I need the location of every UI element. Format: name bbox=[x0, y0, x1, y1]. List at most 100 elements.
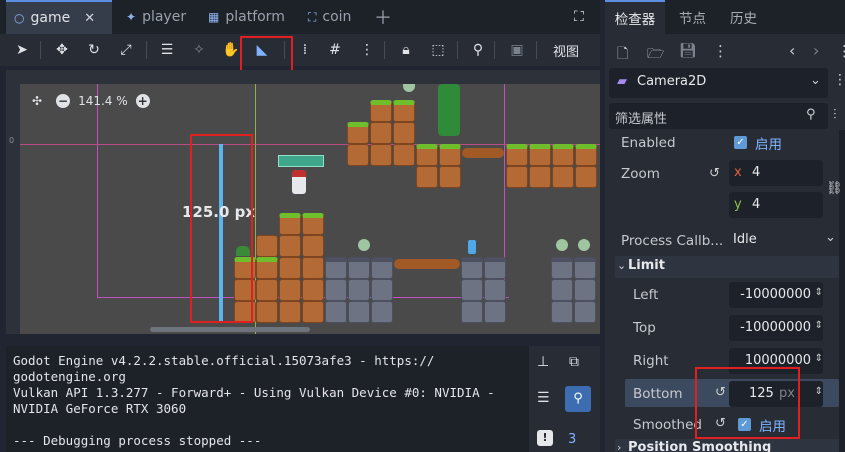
move-tool-icon[interactable]: ✥ bbox=[49, 34, 75, 66]
grid-snap-icon[interactable]: # bbox=[322, 34, 348, 66]
tab-coin[interactable]: ⛶ coin bbox=[300, 0, 359, 34]
revert-icon[interactable]: ↺ bbox=[709, 166, 720, 181]
tile bbox=[279, 235, 301, 257]
tile bbox=[552, 144, 574, 166]
limit-left-field[interactable]: -10000000 ⇕ bbox=[729, 281, 823, 308]
tile bbox=[325, 257, 347, 279]
canvas-toolbar: ➤ ✥ ↻ ⤢ ☰ ✧ ✋ ◣ ⁞ # ⋮ 🔒︎ ⬚ ⚲ ▣ 视图 bbox=[0, 34, 600, 66]
tab-history[interactable]: 历史 bbox=[730, 0, 757, 34]
list-select-icon[interactable]: ☰ bbox=[154, 34, 180, 66]
coin-icon bbox=[403, 84, 415, 92]
pivot-tool-icon[interactable]: ✧ bbox=[186, 34, 212, 66]
history-forward-icon[interactable]: › bbox=[813, 41, 819, 60]
limit-right-value: 10000000 bbox=[744, 352, 811, 368]
tab-node[interactable]: 节点 bbox=[679, 0, 706, 34]
camera2d-icon: ▰ bbox=[617, 74, 627, 89]
bone-icon[interactable]: ⚲ bbox=[465, 34, 491, 66]
smart-snap-icon[interactable]: ⁞ bbox=[292, 34, 318, 66]
search-icon[interactable]: ⚲ bbox=[565, 386, 591, 412]
tile bbox=[279, 213, 301, 235]
tile bbox=[461, 301, 483, 323]
section-title: Limit bbox=[628, 258, 665, 273]
new-resource-icon[interactable]: 🗋︎ bbox=[617, 43, 628, 67]
axis-x-label: x bbox=[734, 165, 742, 180]
tab-label: platform bbox=[225, 9, 285, 25]
zoom-in-icon[interactable]: + bbox=[135, 94, 150, 108]
prop-label: Top bbox=[633, 319, 656, 336]
tile bbox=[506, 166, 528, 188]
limit-line-left bbox=[97, 84, 98, 298]
clear-icon[interactable]: ⊥ bbox=[537, 354, 549, 370]
open-folder-icon[interactable]: 🗁︎ bbox=[647, 43, 664, 67]
tile bbox=[484, 257, 506, 279]
save-icon[interactable]: 💾︎ bbox=[679, 43, 697, 59]
tile bbox=[484, 279, 506, 301]
tile bbox=[279, 257, 301, 279]
more-options-icon[interactable]: ⋮ bbox=[354, 34, 380, 66]
limit-top-value: -10000000 bbox=[740, 319, 811, 335]
rotate-tool-icon[interactable]: ↻ bbox=[81, 34, 107, 66]
add-tab-button[interactable]: ＋ bbox=[366, 0, 400, 34]
camera-override-icon[interactable]: ▣ bbox=[504, 34, 530, 66]
select-tool-icon[interactable]: ➤ bbox=[9, 34, 35, 66]
lock-icon[interactable]: 🔒︎ bbox=[393, 34, 419, 66]
chevron-right-icon: › bbox=[617, 441, 622, 452]
fullscreen-icon[interactable]: ⛶ bbox=[566, 0, 592, 34]
tile bbox=[279, 301, 301, 323]
object-menu-icon[interactable]: ⋮ bbox=[833, 72, 845, 88]
close-icon[interactable]: ✕ bbox=[84, 11, 95, 26]
zoom-level[interactable]: 141.4 % bbox=[78, 94, 128, 108]
prop-enabled: Enabled ✓ 启用 bbox=[605, 126, 839, 159]
copy-icon[interactable]: ⧉ bbox=[569, 354, 579, 370]
scale-tool-icon[interactable]: ⤢ bbox=[113, 34, 139, 66]
spinner-icon[interactable]: ⇕ bbox=[815, 386, 823, 397]
tile bbox=[347, 144, 369, 166]
tile bbox=[371, 301, 393, 323]
section-position-smoothing[interactable]: › Position Smoothing bbox=[615, 439, 839, 452]
tab-platform[interactable]: ▦ platform bbox=[200, 0, 293, 34]
limit-top-field[interactable]: -10000000 ⇕ bbox=[729, 314, 823, 341]
spinner-icon[interactable]: ⇕ bbox=[815, 320, 823, 331]
axis-y-label: y bbox=[734, 197, 742, 212]
canvas-viewport[interactable]: 0 ✣ − 141.4 % + 125.0 px bbox=[6, 70, 600, 334]
toolbar-divider bbox=[457, 41, 458, 59]
enabled-checkbox[interactable]: ✓ 启用 bbox=[734, 133, 782, 153]
group-icon[interactable]: ⬚ bbox=[425, 34, 451, 66]
prop-process-callback: Process Callb... Idle ⌄ bbox=[605, 224, 839, 257]
prop-label: Process Callb... bbox=[621, 232, 724, 249]
zoom-y-field[interactable]: y 4 bbox=[729, 192, 823, 218]
section-limit[interactable]: ⌄ Limit bbox=[615, 256, 839, 278]
zoom-x-field[interactable]: x 4 bbox=[729, 160, 823, 186]
process-value: Idle bbox=[733, 232, 757, 247]
inspector-scrollbar[interactable] bbox=[839, 130, 845, 452]
prop-zoom: Zoom ↺ x 4 y 4 ⛓ bbox=[605, 158, 843, 224]
node-name: Camera2D bbox=[637, 74, 707, 89]
pan-view-icon[interactable]: ✣ bbox=[32, 94, 42, 108]
tile bbox=[370, 100, 392, 122]
tab-game[interactable]: ○ game ✕ bbox=[6, 0, 112, 34]
more-history-icon[interactable]: ⋮ bbox=[837, 42, 845, 60]
spinner-icon[interactable]: ⇕ bbox=[815, 353, 823, 364]
player-character bbox=[292, 170, 306, 194]
tile bbox=[574, 301, 596, 323]
tile bbox=[551, 301, 573, 323]
history-back-icon[interactable]: ‹ bbox=[789, 41, 795, 60]
process-callback-dropdown[interactable]: Idle ⌄ bbox=[729, 227, 839, 253]
tab-player[interactable]: ✦ player bbox=[118, 0, 194, 34]
zoom-controls: ✣ − 141.4 % + bbox=[32, 94, 150, 108]
prop-label: Right bbox=[633, 352, 669, 369]
node-selector[interactable]: ▰ Camera2D ⌄ bbox=[609, 68, 828, 98]
filter-lines-icon[interactable]: ☰ bbox=[537, 390, 550, 406]
filter-settings-icon[interactable]: ⫶ bbox=[833, 107, 837, 123]
horizontal-scrollbar[interactable] bbox=[150, 327, 310, 332]
tile bbox=[574, 257, 596, 279]
error-icon[interactable]: ! bbox=[537, 430, 553, 446]
more-options-icon[interactable]: ⋮ bbox=[713, 42, 728, 60]
tile bbox=[302, 235, 324, 257]
spinner-icon[interactable]: ⇕ bbox=[815, 287, 823, 298]
link-icon[interactable]: ⛓ bbox=[826, 181, 843, 196]
view-menu-button[interactable]: 视图 bbox=[546, 34, 586, 66]
tab-inspector[interactable]: 检查器 bbox=[605, 0, 665, 34]
tile bbox=[551, 279, 573, 301]
zoom-out-icon[interactable]: − bbox=[56, 94, 71, 108]
